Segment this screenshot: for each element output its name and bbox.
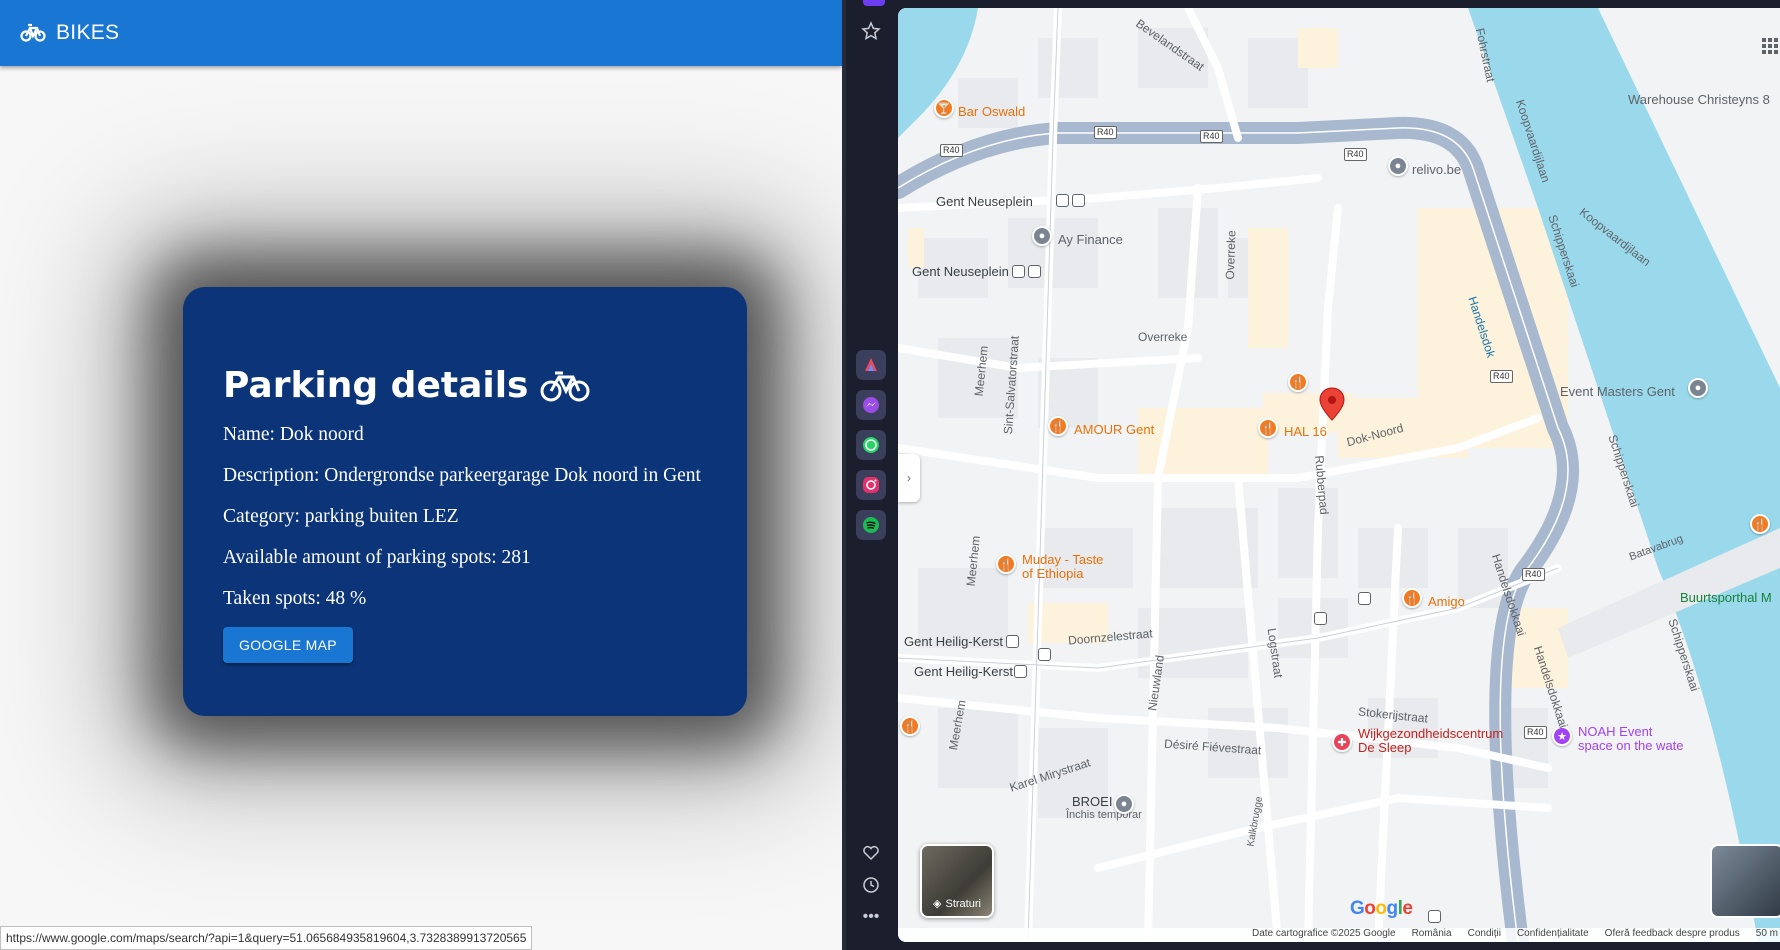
workspace-indicator[interactable] [863,0,885,6]
parking-name: Name: Dok noord [223,424,364,445]
layers-label: Straturi [945,898,981,910]
instagram-icon[interactable] [856,470,886,500]
road-shield: R40 [1200,130,1223,143]
collapse-side-panel-button[interactable]: › [898,454,920,502]
layers-button[interactable]: ◈ Straturi [920,844,994,918]
map-attribution-bar: Date cartografice ©2025 Google România C… [898,928,1780,942]
poi-label[interactable]: Wijkgezondheidscentrum [1358,726,1503,741]
messenger-icon[interactable] [856,390,886,420]
poi-label[interactable]: space on the wate [1578,738,1684,753]
bus-stop-icon[interactable] [1038,648,1051,661]
status-bar-url: https://www.google.com/maps/search/?api=… [0,926,533,950]
bar-icon[interactable]: 🍸 [934,98,954,118]
road-shield: R40 [1094,126,1117,139]
street-label: Overreke [1138,330,1188,344]
google-logo: Google [1350,898,1413,919]
scale-label[interactable]: 50 m [1756,928,1778,942]
road-shield: R40 [1524,726,1547,739]
parking-description: Description: Ondergrondse parkeergarage … [223,465,701,486]
region-link[interactable]: România [1412,928,1452,942]
transit-stop-label[interactable]: Gent Neuseplein [912,264,1009,279]
privacy-link[interactable]: Confidențialitate [1517,928,1589,942]
poi-label[interactable]: of Ethiopia [1022,566,1083,581]
road-shield: R40 [1344,148,1367,161]
card-heading-text: Parking details [223,365,529,406]
transit-stop-label[interactable]: Gent Heilig-Kerst [914,664,1013,679]
poi-label[interactable]: Event Masters Gent [1560,384,1675,399]
poi-label[interactable]: Amigo [1428,594,1465,609]
business-pin-icon[interactable]: ● [1114,794,1134,814]
bus-stop-icon[interactable] [1314,612,1327,625]
restaurant-icon[interactable]: 🍴 [996,554,1016,574]
history-icon[interactable] [856,870,886,900]
whatsapp-icon[interactable] [856,430,886,460]
business-pin-icon[interactable]: ● [1688,378,1708,398]
street-view-thumbnail[interactable] [1710,844,1780,918]
google-map[interactable]: R40 R40 R40 R40 R40 R40 R40 🍸 Bar Oswald… [898,8,1780,942]
transit-stop-label[interactable]: Gent Neuseplein [936,194,1033,209]
restaurant-icon[interactable]: 🍴 [1258,418,1278,438]
poi-label[interactable]: Bar Oswald [958,104,1025,119]
poi-label[interactable]: AMOUR Gent [1074,422,1154,437]
app-bar: BIKES [0,0,842,66]
poi-label[interactable]: Muday - Taste [1022,552,1103,567]
restaurant-icon[interactable]: 🍴 [900,716,920,736]
bus-stop-icon[interactable] [1428,910,1441,923]
bus-stop-icon[interactable] [1012,265,1025,278]
google-map-button[interactable]: GOOGLE MAP [223,627,353,663]
tram-stop-icon[interactable] [1028,265,1041,278]
parking-details-card: Parking details Name: Dok noord Descript… [183,287,747,716]
app-title[interactable]: BIKES [56,21,119,45]
tram-stop-icon[interactable] [1072,194,1085,207]
poi-label[interactable]: Buurtsporthal M [1680,590,1772,605]
spotify-icon[interactable] [856,510,886,540]
poi-label[interactable]: BROEI [1072,794,1112,809]
map-base [898,8,1780,942]
transit-stop-label[interactable]: Gent Heilig-Kerst [904,634,1003,649]
bike-icon [20,20,46,46]
medical-icon[interactable]: ✚ [1332,732,1352,752]
poi-label[interactable]: Warehouse Christeyns 8 [1628,92,1770,107]
aria-icon[interactable] [856,350,886,380]
map-data-credit: Date cartografice ©2025 Google [1251,928,1396,939]
parking-available-spots: Available amount of parking spots: 281 [223,547,531,568]
poi-label[interactable]: Ay Finance [1058,232,1123,247]
bus-stop-icon[interactable] [1006,635,1019,648]
poi-label[interactable]: relivo.be [1412,162,1461,177]
poi-label[interactable]: HAL 16 [1284,424,1327,439]
bikes-app-window: BIKES Parking details Name: Dok noord De… [0,0,842,950]
parking-category: Category: parking buiten LEZ [223,506,459,527]
star-icon[interactable] [856,16,886,46]
business-pin-icon[interactable]: ● [1032,226,1052,246]
restaurant-icon[interactable]: 🍴 [1750,514,1770,534]
road-shield: R40 [940,144,963,157]
bike-icon [540,368,590,404]
card-heading: Parking details [223,365,747,406]
poi-label[interactable]: NOAH Event [1578,724,1652,739]
poi-label[interactable]: De Sleep [1358,740,1411,755]
apps-grid-icon[interactable] [1760,36,1780,56]
layers-icon: ◈ [933,898,942,910]
restaurant-icon[interactable]: 🍴 [1048,416,1068,436]
heart-icon[interactable] [856,838,886,868]
bus-stop-icon[interactable] [1014,665,1027,678]
parking-taken-spots: Taken spots: 48 % [223,588,367,609]
browser-sidebar: ••• [846,0,898,950]
restaurant-icon[interactable]: 🍴 [1288,372,1308,392]
event-venue-icon[interactable]: ★ [1552,726,1572,746]
street-label: Overreke [1222,230,1239,280]
more-icon[interactable]: ••• [856,902,886,932]
road-shield: R40 [1522,568,1545,581]
terms-link[interactable]: Condiții [1468,928,1501,942]
bus-stop-icon[interactable] [1056,194,1069,207]
restaurant-icon[interactable]: 🍴 [1402,588,1422,608]
business-pin-icon[interactable]: ● [1388,156,1408,176]
feedback-link[interactable]: Oferă feedback despre produs [1605,928,1740,942]
bus-stop-icon[interactable] [1358,592,1371,605]
road-shield: R40 [1490,370,1513,383]
